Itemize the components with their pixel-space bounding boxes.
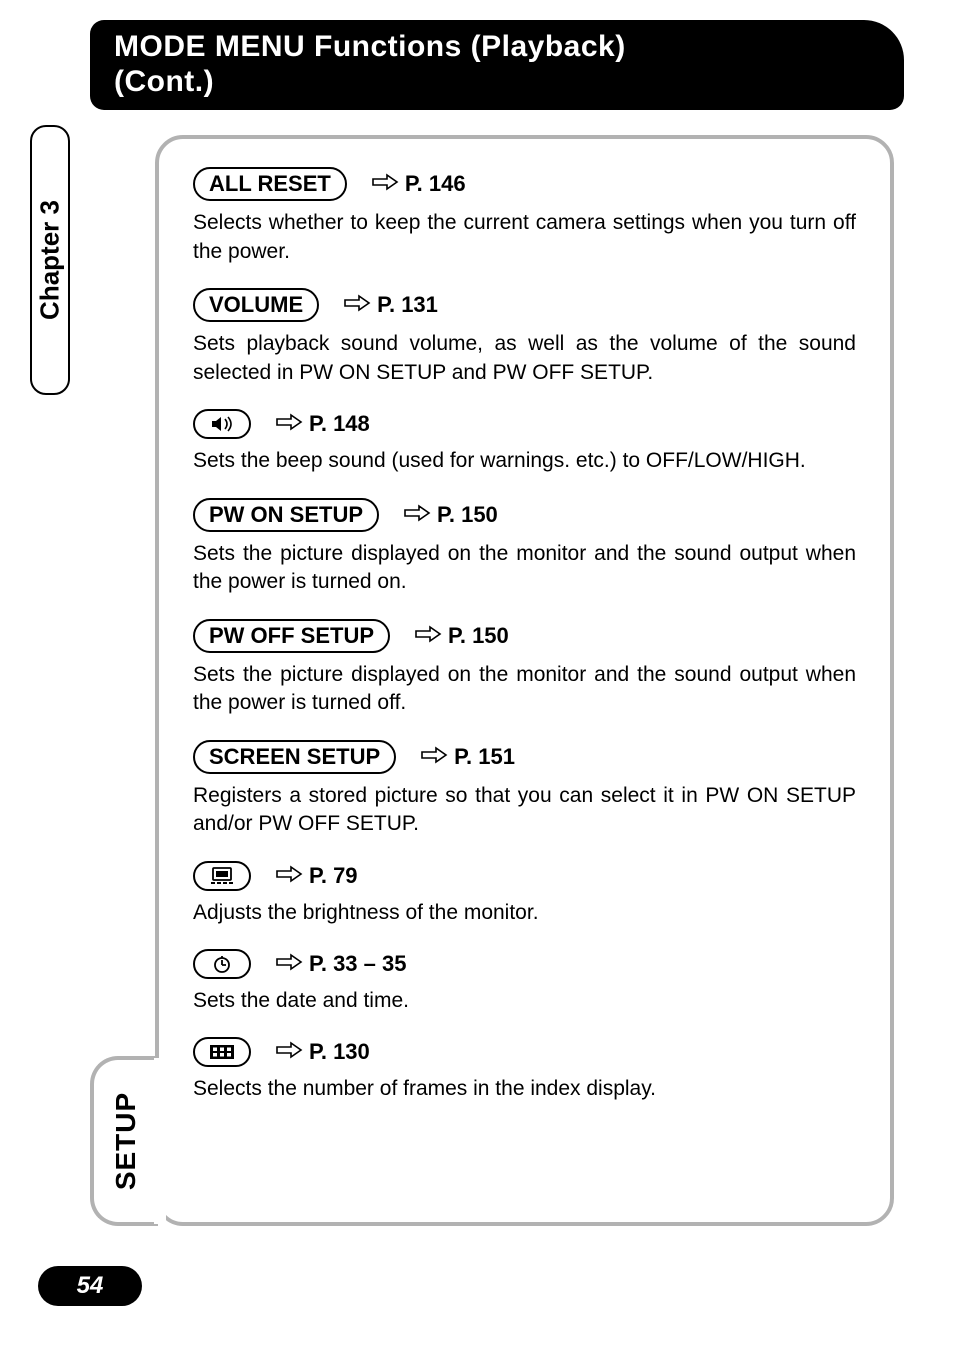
menu-item-desc: Registers a stored picture so that you c…	[193, 782, 856, 839]
page-ref-text: P. 130	[309, 1039, 370, 1065]
content-card: ALL RESET P. 146 Selects whether to keep…	[155, 135, 894, 1226]
menu-pill-pw-on-setup: PW ON SETUP	[193, 498, 379, 532]
setup-tab-label: SETUP	[110, 1092, 142, 1190]
menu-pill-brightness	[193, 861, 251, 891]
menu-pill-index	[193, 1037, 251, 1067]
menu-pill-all-reset: ALL RESET	[193, 167, 347, 201]
menu-item-desc: Selects whether to keep the current came…	[193, 209, 856, 266]
page-ref: P. 150	[403, 502, 498, 528]
menu-item: P. 33 – 35 Sets the date and time.	[193, 949, 856, 1015]
hand-icon	[275, 951, 303, 977]
page-ref-text: P. 150	[437, 502, 498, 528]
menu-item-desc: Adjusts the brightness of the monitor.	[193, 899, 856, 927]
hand-icon	[343, 292, 371, 318]
menu-item-head: P. 79	[193, 861, 856, 891]
menu-item-head: P. 33 – 35	[193, 949, 856, 979]
menu-pill-volume: VOLUME	[193, 288, 319, 322]
menu-pill-datetime	[193, 949, 251, 979]
menu-pill-pw-off-setup: PW OFF SETUP	[193, 619, 390, 653]
page-ref-text: P. 148	[309, 411, 370, 437]
menu-item-head: VOLUME P. 131	[193, 288, 856, 322]
page-ref: P. 130	[275, 1039, 370, 1065]
page-ref-text: P. 131	[377, 292, 438, 318]
menu-item-head: P. 148	[193, 409, 856, 439]
menu-item-desc: Selects the number of frames in the inde…	[193, 1075, 856, 1103]
page-number: 54	[77, 1272, 104, 1300]
menu-item-desc: Sets the picture displayed on the monito…	[193, 540, 856, 597]
page-ref-text: P. 146	[405, 171, 466, 197]
page-title-line2: (Cont.)	[114, 65, 214, 98]
page-title: MODE MENU Functions (Playback) (Cont.)	[114, 30, 880, 99]
page-ref-text: P. 150	[448, 623, 509, 649]
hand-icon	[275, 1039, 303, 1065]
page-ref: P. 150	[414, 623, 509, 649]
page-ref: P. 146	[371, 171, 466, 197]
beep-icon	[210, 416, 234, 432]
menu-pill-beep	[193, 409, 251, 439]
page-number-badge: 54	[38, 1266, 142, 1306]
hand-icon	[275, 863, 303, 889]
page-title-line1: MODE MENU Functions (Playback)	[114, 30, 626, 63]
page-ref: P. 33 – 35	[275, 951, 406, 977]
menu-item-head: P. 130	[193, 1037, 856, 1067]
menu-item: PW ON SETUP P. 150 Sets the picture disp…	[193, 498, 856, 597]
menu-item-head: PW OFF SETUP P. 150	[193, 619, 856, 653]
page-ref-text: P. 151	[454, 744, 515, 770]
hand-icon	[371, 171, 399, 197]
chapter-tab-label: Chapter 3	[35, 200, 66, 320]
menu-item-desc: Sets playback sound volume, as well as t…	[193, 330, 856, 387]
hand-icon	[403, 502, 431, 528]
menu-item: P. 79 Adjusts the brightness of the moni…	[193, 861, 856, 927]
menu-item-head: ALL RESET P. 146	[193, 167, 856, 201]
page-ref: P. 79	[275, 863, 358, 889]
menu-item-desc: Sets the date and time.	[193, 987, 856, 1015]
menu-item: SCREEN SETUP P. 151 Registers a stored p…	[193, 740, 856, 839]
monitor-brightness-icon	[209, 867, 235, 885]
page-ref-text: P. 33 – 35	[309, 951, 406, 977]
setup-tab: SETUP	[90, 1056, 158, 1226]
menu-item-head: PW ON SETUP P. 150	[193, 498, 856, 532]
menu-item: P. 130 Selects the number of frames in t…	[193, 1037, 856, 1103]
menu-pill-screen-setup: SCREEN SETUP	[193, 740, 396, 774]
clock-icon	[212, 955, 232, 973]
hand-icon	[420, 744, 448, 770]
page-ref: P. 148	[275, 411, 370, 437]
index-grid-icon	[209, 1044, 235, 1060]
menu-item-desc: Sets the picture displayed on the monito…	[193, 661, 856, 718]
menu-item-head: SCREEN SETUP P. 151	[193, 740, 856, 774]
menu-item: ALL RESET P. 146 Selects whether to keep…	[193, 167, 856, 266]
page-ref-text: P. 79	[309, 863, 358, 889]
page-ref: P. 131	[343, 292, 438, 318]
page-ref: P. 151	[420, 744, 515, 770]
menu-item: P. 148 Sets the beep sound (used for war…	[193, 409, 856, 475]
page-header: MODE MENU Functions (Playback) (Cont.)	[90, 20, 904, 110]
menu-item: PW OFF SETUP P. 150 Sets the picture dis…	[193, 619, 856, 718]
setup-tab-join	[154, 1058, 166, 1224]
menu-item-desc: Sets the beep sound (used for warnings. …	[193, 447, 856, 475]
menu-item: VOLUME P. 131 Sets playback sound volume…	[193, 288, 856, 387]
chapter-tab: Chapter 3	[30, 125, 70, 395]
hand-icon	[414, 623, 442, 649]
hand-icon	[275, 411, 303, 437]
